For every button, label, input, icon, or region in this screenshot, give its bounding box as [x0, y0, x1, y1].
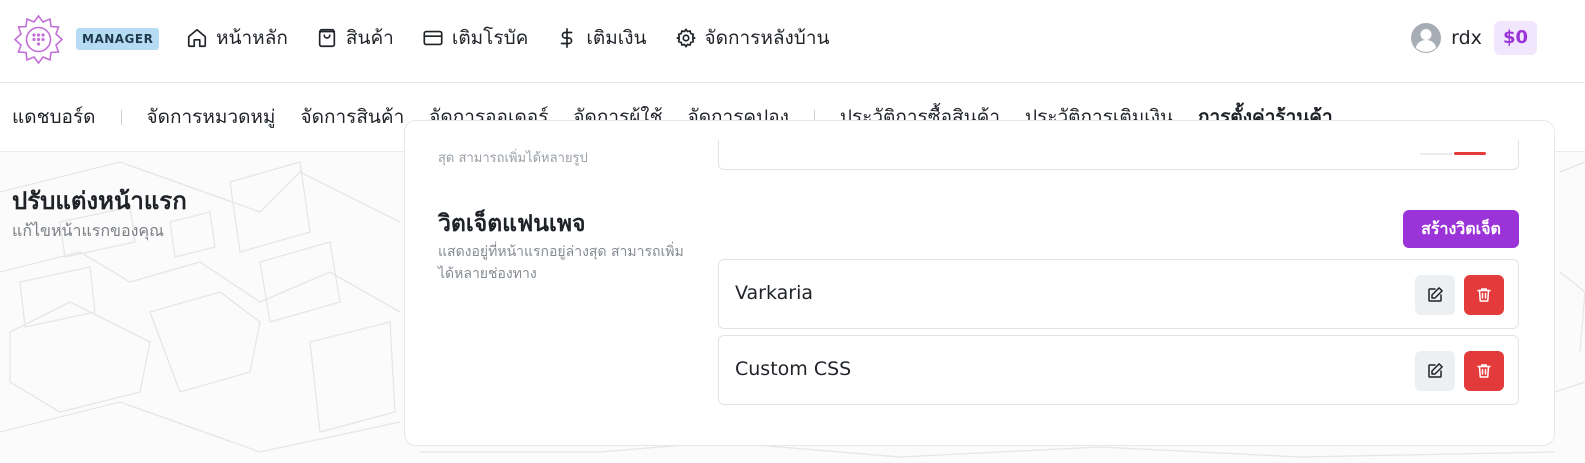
- nav-money-topup[interactable]: เติมเงิน: [556, 23, 647, 53]
- logo[interactable]: [12, 13, 65, 66]
- gear-icon: [675, 27, 696, 48]
- edit-button-edge: [1420, 153, 1452, 155]
- create-widget-button[interactable]: สร้างวิตเจ็ต: [1403, 210, 1519, 248]
- nav-backoffice-label: จัดการหลังบ้าน: [704, 26, 830, 49]
- credit-card-icon: [423, 30, 443, 45]
- nav-robux-topup[interactable]: เติมโรบัค: [422, 23, 529, 53]
- nav-home-label: หน้าหลัก: [216, 26, 288, 49]
- shopping-bag-icon: [318, 28, 336, 47]
- avatar: [1411, 23, 1442, 53]
- nav-money-topup-label: เติมเงิน: [586, 26, 647, 49]
- edit-widget-button[interactable]: [1415, 275, 1455, 315]
- balance-badge[interactable]: $0: [1493, 21, 1537, 55]
- edit-widget-button[interactable]: [1415, 351, 1455, 391]
- subnav-products[interactable]: จัดการสินค้า: [300, 102, 404, 132]
- subnav-divider: [120, 109, 122, 125]
- main-nav: หน้าหลัก สินค้า เติมโรบัค เติมเงิน จัดกา…: [186, 0, 858, 75]
- delete-widget-button[interactable]: [1464, 351, 1504, 391]
- trash-icon: [1477, 288, 1491, 302]
- previous-section-list: [718, 140, 1519, 170]
- trash-icon: [1477, 364, 1491, 378]
- widget-section-title: วิตเจ็ตแฟนเพจ: [438, 211, 586, 237]
- previous-section-description: สุด สามารถเพิ่มได้หลายรูป: [438, 151, 588, 166]
- nav-products-label: สินค้า: [345, 26, 394, 49]
- user-menu[interactable]: rdx $0: [1411, 20, 1537, 56]
- widget-name: Custom CSS: [735, 358, 852, 380]
- nav-robux-topup-label: เติมโรบัค: [451, 26, 529, 49]
- subnav-dashboard[interactable]: แดชบอร์ด: [12, 102, 96, 132]
- edit-icon: [1428, 287, 1443, 302]
- edit-icon: [1428, 363, 1443, 378]
- section-title: ปรับแต่งหน้าแรก: [12, 187, 187, 215]
- role-badge: MANAGER: [76, 28, 160, 50]
- subnav-categories[interactable]: จัดการหมวดหมู่: [147, 102, 276, 132]
- nav-backoffice[interactable]: จัดการหลังบ้าน: [675, 23, 830, 53]
- widget-section-description: แสดงอยู่ที่หน้าแรกอยู่ล่างสุด สามารถเพิ่…: [438, 244, 684, 282]
- nav-home[interactable]: หน้าหลัก: [186, 23, 288, 53]
- delete-button-edge: [1454, 152, 1486, 155]
- delete-widget-button[interactable]: [1464, 275, 1504, 315]
- widget-name: Varkaria: [735, 282, 814, 304]
- dollar-icon: [561, 27, 573, 48]
- section-subtitle: แก้ไขหน้าแรกของคุณ: [12, 221, 164, 240]
- widget-row: Custom CSS: [718, 335, 1519, 405]
- widget-row: Varkaria: [718, 259, 1519, 329]
- username: rdx: [1451, 27, 1482, 49]
- home-icon: [187, 28, 207, 47]
- nav-products[interactable]: สินค้า: [316, 23, 394, 53]
- top-navbar: MANAGER หน้าหลัก สินค้า เติมโรบัค เติมเง…: [0, 0, 1585, 83]
